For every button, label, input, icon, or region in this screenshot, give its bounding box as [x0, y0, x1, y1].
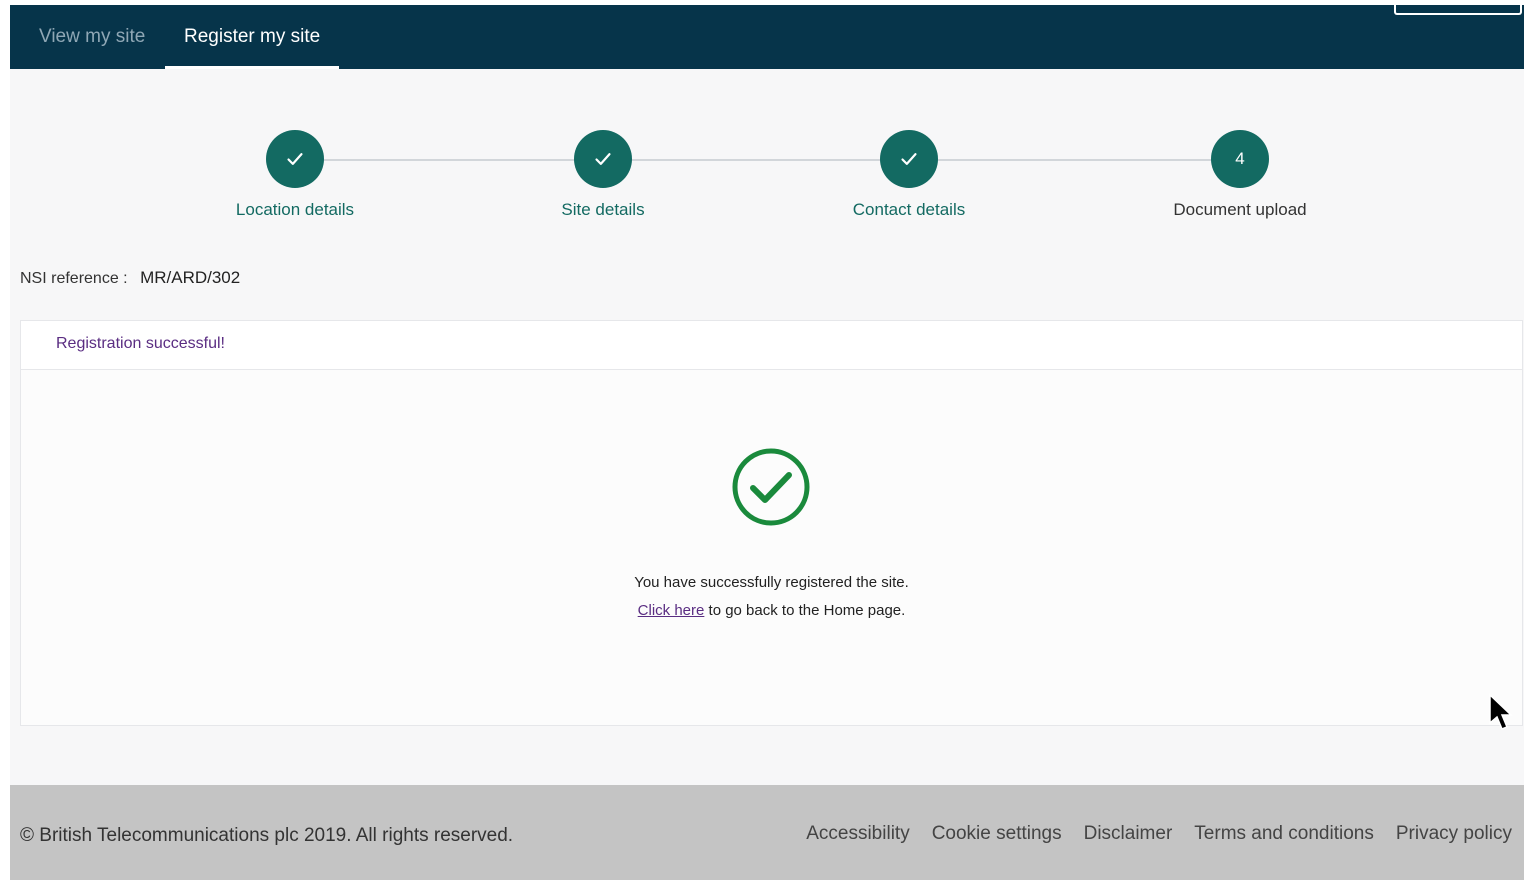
step-contact-details: Contact details: [799, 130, 1019, 220]
tab-register-my-site[interactable]: Register my site: [165, 5, 340, 69]
nsi-reference: NSI reference : MR/ARD/302: [20, 268, 240, 288]
success-check-circle-icon: [732, 448, 809, 526]
footer-link-accessibility[interactable]: Accessibility: [806, 823, 909, 845]
step-label: Contact details: [852, 200, 966, 219]
footer-link-cookie-settings[interactable]: Cookie settings: [932, 823, 1062, 845]
home-page-link[interactable]: Click here: [638, 602, 705, 619]
step-number-marker: 4: [1211, 130, 1269, 188]
mouse-cursor-icon: [1489, 693, 1513, 730]
step-complete-marker: [574, 130, 632, 188]
registration-result-panel: Registration successful! You have succes…: [20, 320, 1523, 726]
footer-links: Accessibility Cookie settings Disclaimer…: [806, 823, 1512, 845]
footer-link-privacy[interactable]: Privacy policy: [1396, 823, 1512, 845]
step-label: Site details: [561, 200, 645, 219]
footer-link-disclaimer[interactable]: Disclaimer: [1084, 823, 1173, 845]
check-icon: [595, 153, 611, 165]
home-link-line: Click here to go back to the Home page.: [21, 597, 1522, 625]
step-site-details: Site details: [493, 130, 713, 220]
copyright-text: © British Telecommunications plc 2019. A…: [20, 825, 514, 846]
header-button[interactable]: [1394, 2, 1522, 15]
home-link-suffix: to go back to the Home page.: [704, 602, 906, 619]
nsi-reference-value: MR/ARD/302: [140, 268, 241, 287]
step-label: Document upload: [1173, 200, 1307, 219]
step-document-upload: 4 Document upload: [1130, 130, 1350, 220]
check-icon: [287, 153, 303, 165]
success-message: You have successfully registered the sit…: [21, 569, 1522, 625]
success-text: You have successfully registered the sit…: [634, 574, 909, 591]
progress-stepper: Location details Site details Contact de…: [10, 69, 1524, 239]
nsi-reference-label: NSI reference :: [20, 270, 128, 287]
app-window: View my site Register my site Location d…: [10, 2, 1524, 880]
step-location-details: Location details: [185, 130, 405, 220]
tab-view-my-site[interactable]: View my site: [20, 5, 164, 69]
step-complete-marker: [266, 130, 324, 188]
footer: © British Telecommunications plc 2019. A…: [10, 785, 1524, 880]
footer-link-terms[interactable]: Terms and conditions: [1194, 823, 1374, 845]
panel-title: Registration successful!: [21, 321, 1522, 370]
step-complete-marker: [880, 130, 938, 188]
step-label: Location details: [235, 200, 355, 219]
panel-body: You have successfully registered the sit…: [21, 370, 1522, 725]
check-icon: [901, 153, 917, 165]
top-navigation: View my site Register my site: [10, 2, 1524, 69]
